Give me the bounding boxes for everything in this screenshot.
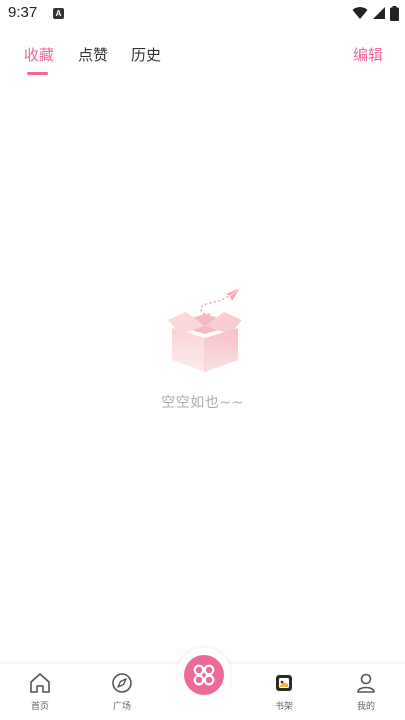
- bookshelf-icon: [276, 675, 292, 691]
- nav-item-mine[interactable]: 我的: [341, 670, 391, 712]
- center-action-button[interactable]: [184, 655, 224, 695]
- nav-item-plaza[interactable]: 广场: [97, 670, 147, 712]
- status-time: 9:37: [8, 4, 38, 21]
- nav-label-plaza: 广场: [112, 702, 131, 712]
- nav-item-home[interactable]: 首页: [15, 670, 65, 712]
- tab-likes[interactable]: 点赞: [78, 44, 108, 65]
- nav-label-bookshelf: 书架: [274, 702, 293, 712]
- edit-button[interactable]: 编辑: [353, 44, 383, 65]
- tab-favorites[interactable]: 收藏: [24, 44, 54, 65]
- clover-icon: [193, 664, 215, 686]
- compass-icon: [112, 673, 132, 693]
- home-icon: [30, 673, 50, 693]
- tab-indicator: [27, 72, 48, 75]
- system-icons: [352, 5, 399, 21]
- nav-item-bookshelf[interactable]: 书架: [259, 670, 309, 712]
- battery-icon: [390, 5, 399, 21]
- status-bar: 9:37 A: [0, 0, 405, 28]
- signal-icon: [373, 7, 385, 19]
- nav-label-mine: 我的: [356, 702, 375, 712]
- notification-icon: A: [53, 8, 64, 19]
- wifi-icon: [352, 7, 368, 20]
- tab-bar: 收藏 点赞 历史 编辑: [0, 36, 405, 80]
- nav-label-home: 首页: [30, 702, 49, 712]
- tab-history[interactable]: 历史: [131, 44, 161, 65]
- empty-box-icon: [168, 287, 242, 372]
- user-icon: [357, 673, 375, 693]
- empty-state-text: 空空如也~~: [161, 395, 244, 411]
